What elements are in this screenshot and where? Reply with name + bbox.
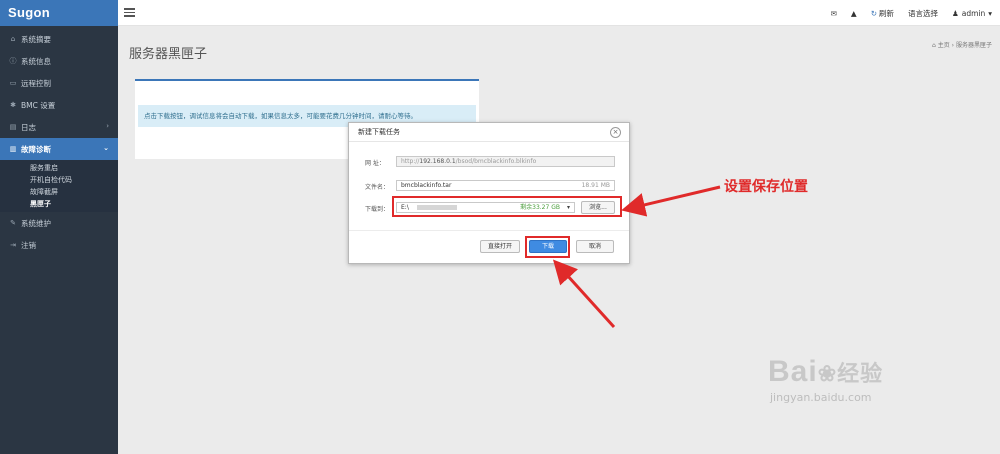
topbar-actions: ✉ ▲ ↻ 刷新 语言选择 ♟ admin ▾ xyxy=(817,0,992,26)
chevron-right-icon: › xyxy=(106,122,109,130)
paw-icon: ❀ xyxy=(817,361,838,386)
log-icon: ▤ xyxy=(9,123,17,131)
download-dialog: 新建下载任务 × 网 址： http://192.168.0.1/bsod/bm… xyxy=(348,122,630,264)
cancel-button[interactable]: 取消 xyxy=(576,240,614,253)
breadcrumb-current: 服务器黑匣子 xyxy=(955,42,992,49)
user-menu[interactable]: ♟ admin ▾ xyxy=(952,9,992,18)
url-label: 网 址： xyxy=(365,160,385,167)
menu-toggle-icon[interactable] xyxy=(124,8,135,17)
sidebar-item-bmc-settings[interactable]: ✱ BMC 设置 xyxy=(0,94,118,116)
wrench-icon: ✎ xyxy=(10,219,16,227)
baidu-watermark: Bai❀经验 jingyan.baidu.com xyxy=(768,355,883,404)
sidebar-item-diagnostics[interactable]: ▥ 故障诊断 ⌄ xyxy=(0,138,118,160)
saveto-highlight-box xyxy=(392,196,622,217)
sidebar-item-label: 远程控制 xyxy=(21,78,51,88)
submenu-item-blackbox[interactable]: 黑匣子 xyxy=(0,198,118,210)
sidebar-item-remote[interactable]: ▭ 远程控制 xyxy=(0,72,118,94)
refresh-icon: ↻ xyxy=(870,8,877,18)
sidebar-item-sysinfo[interactable]: ⓘ 系统信息 xyxy=(0,50,118,72)
user-icon: ♟ xyxy=(952,8,959,18)
sidebar-item-label: 注销 xyxy=(21,240,36,250)
topbar: ✉ ▲ ↻ 刷新 语言选择 ♟ admin ▾ xyxy=(118,0,1000,26)
sidebar-item-logs[interactable]: ▤ 日志 › xyxy=(0,116,118,138)
open-direct-button[interactable]: 直接打开 xyxy=(480,240,520,253)
home-icon: ⌂ xyxy=(10,35,16,43)
sidebar-item-maintenance[interactable]: ✎ 系统维护 xyxy=(0,212,118,234)
sidebar-item-summary[interactable]: ⌂ 系统摘要 xyxy=(0,28,118,50)
sidebar-item-label: 系统信息 xyxy=(21,56,51,66)
url-host: 192.168.0.1 xyxy=(419,158,456,165)
sidebar-item-label: 系统摘要 xyxy=(21,34,51,44)
diagnostics-submenu: 服务重启 开机自检代码 故障截屏 黑匣子 xyxy=(0,160,118,212)
sidebar-item-label: BMC 设置 xyxy=(21,100,56,110)
submenu-item-restart[interactable]: 服务重启 xyxy=(0,162,118,174)
sidebar-item-label: 故障诊断 xyxy=(21,144,51,154)
caret-down-icon: ▾ xyxy=(988,8,992,18)
arrow-to-download xyxy=(552,259,616,329)
filename-value: bmcblackinfo.tar xyxy=(401,182,452,189)
chevron-down-icon: ⌄ xyxy=(103,144,109,152)
close-icon[interactable]: × xyxy=(610,127,621,138)
annotation-text: 设置保存位置 xyxy=(724,179,808,195)
brand-logo: Sugon xyxy=(0,0,118,26)
logout-icon: ⇥ xyxy=(10,241,16,249)
url-prefix: http:// xyxy=(401,158,420,165)
submenu-item-post-code[interactable]: 开机自检代码 xyxy=(0,174,118,186)
saveto-label: 下载到： xyxy=(365,206,390,213)
url-path: /bsod/bmcblackinfo.blkinfo xyxy=(455,158,537,165)
sidebar: Sugon ⌂ 系统摘要 ⓘ 系统信息 ▭ 远程控制 ✱ BMC 设置 ▤ 日志… xyxy=(0,0,118,454)
chart-icon: ▥ xyxy=(9,145,17,153)
sidebar-item-logout[interactable]: ⇥ 注销 xyxy=(0,234,118,256)
url-field: http://192.168.0.1/bsod/bmcblackinfo.blk… xyxy=(396,156,615,167)
language-select[interactable]: 语言选择 xyxy=(908,8,938,19)
watermark-url: jingyan.baidu.com xyxy=(770,391,872,404)
dialog-divider xyxy=(349,230,629,231)
dialog-title: 新建下载任务 xyxy=(349,123,629,142)
page-title: 服务器黑匣子 xyxy=(129,47,208,62)
gear-icon: ✱ xyxy=(10,101,16,109)
watermark-brand-tail: 经验 xyxy=(837,361,884,386)
warning-icon[interactable]: ▲ xyxy=(851,9,857,18)
breadcrumb: ⌂ 主页 › 服务器黑匣子 xyxy=(932,40,992,49)
filename-field[interactable]: bmcblackinfo.tar 18.91 MB xyxy=(396,180,615,191)
user-name: admin xyxy=(961,8,986,18)
refresh-button[interactable]: ↻ 刷新 xyxy=(871,8,894,19)
watermark-brand: Bai xyxy=(768,355,818,388)
refresh-label: 刷新 xyxy=(879,8,894,18)
breadcrumb-home[interactable]: 主页 xyxy=(938,42,950,49)
submenu-item-screenshot[interactable]: 故障截屏 xyxy=(0,186,118,198)
info-icon: ⓘ xyxy=(9,57,17,65)
sidebar-item-label: 日志 xyxy=(21,122,36,132)
file-size: 18.91 MB xyxy=(581,182,610,189)
filename-label: 文件名： xyxy=(365,184,390,191)
download-highlight-box xyxy=(525,236,570,258)
mail-icon[interactable]: ✉ xyxy=(831,9,837,18)
monitor-icon: ▭ xyxy=(9,79,17,87)
arrow-to-saveto xyxy=(621,185,721,217)
sidebar-item-label: 系统维护 xyxy=(21,218,51,228)
